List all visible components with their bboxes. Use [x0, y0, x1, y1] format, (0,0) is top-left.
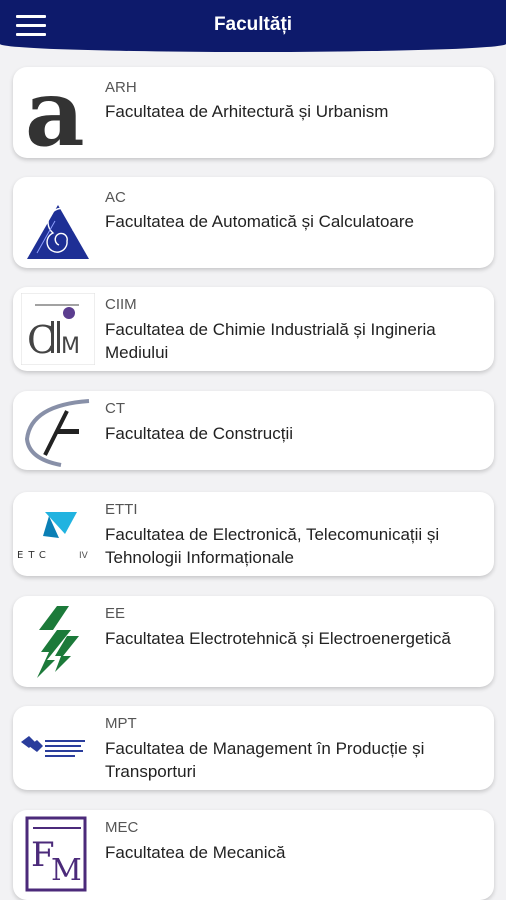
faculty-name: Facultatea de Construcții — [105, 424, 294, 443]
faculty-abbr: EE — [105, 605, 126, 622]
letter-a-logo: a — [21, 77, 95, 149]
faculty-name: Facultatea de Electronică, Telecomunicaț… — [105, 525, 440, 567]
faculty-card-ee[interactable]: EE Facultatea Electrotehnică și Electroe… — [13, 596, 494, 687]
faculty-card-etti[interactable]: ETC IV ETTI Facultatea de Electronică, T… — [13, 492, 494, 576]
flask-ciim-logo: C M — [21, 293, 95, 365]
faculty-card-mec[interactable]: F M MEC Facultatea de Mecanică — [13, 810, 494, 900]
blue-triangle-spiral-logo — [21, 187, 95, 259]
app-bar: Facultăți — [0, 0, 506, 52]
faculty-card-arh[interactable]: a ARH Facultatea de Arhitectură și Urban… — [13, 67, 494, 158]
faculty-name: Facultatea de Management în Producție și… — [105, 739, 425, 781]
faculty-abbr: MEC — [105, 819, 139, 836]
faculty-abbr: CT — [105, 400, 125, 417]
faculty-name: Facultatea de Mecanică — [105, 843, 286, 862]
svg-text:M: M — [61, 334, 80, 359]
faculty-card-mpt[interactable]: MPT Facultatea de Management în Producți… — [13, 706, 494, 790]
faculty-name: Facultatea Electrotehnică și Electroener… — [105, 629, 451, 648]
faculty-abbr: ETTI — [105, 501, 138, 518]
faculty-name: Facultatea de Automatică și Calculatoare — [105, 212, 415, 231]
faculty-abbr: AC — [105, 189, 126, 206]
svg-text:ETC: ETC — [17, 550, 51, 561]
page-title: Facultăți — [213, 14, 293, 35]
svg-text:M: M — [51, 853, 82, 888]
green-lightning-logo — [27, 606, 101, 678]
mpt-logo — [15, 712, 95, 784]
faculty-name: Facultatea de Chimie Industrială și Ingi… — [105, 320, 436, 362]
faculty-name: Facultatea de Arhitectură și Urbanism — [105, 102, 389, 121]
faculty-abbr: MPT — [105, 715, 137, 732]
fm-logo: F M — [21, 816, 95, 894]
faculty-abbr: CIIM — [105, 296, 137, 313]
svg-text:a: a — [25, 77, 85, 149]
faculty-card-ct[interactable]: CT Facultatea de Construcții — [13, 391, 494, 470]
arc-slash-logo — [21, 395, 95, 467]
faculty-card-ciim[interactable]: C M CIIM Facultatea de Chimie Industrial… — [13, 287, 494, 371]
etti-logo: ETC IV — [15, 498, 95, 570]
faculty-card-ac[interactable]: AC Facultatea de Automatică și Calculato… — [13, 177, 494, 268]
faculty-abbr: ARH — [105, 79, 137, 96]
svg-text:IV: IV — [79, 551, 89, 561]
